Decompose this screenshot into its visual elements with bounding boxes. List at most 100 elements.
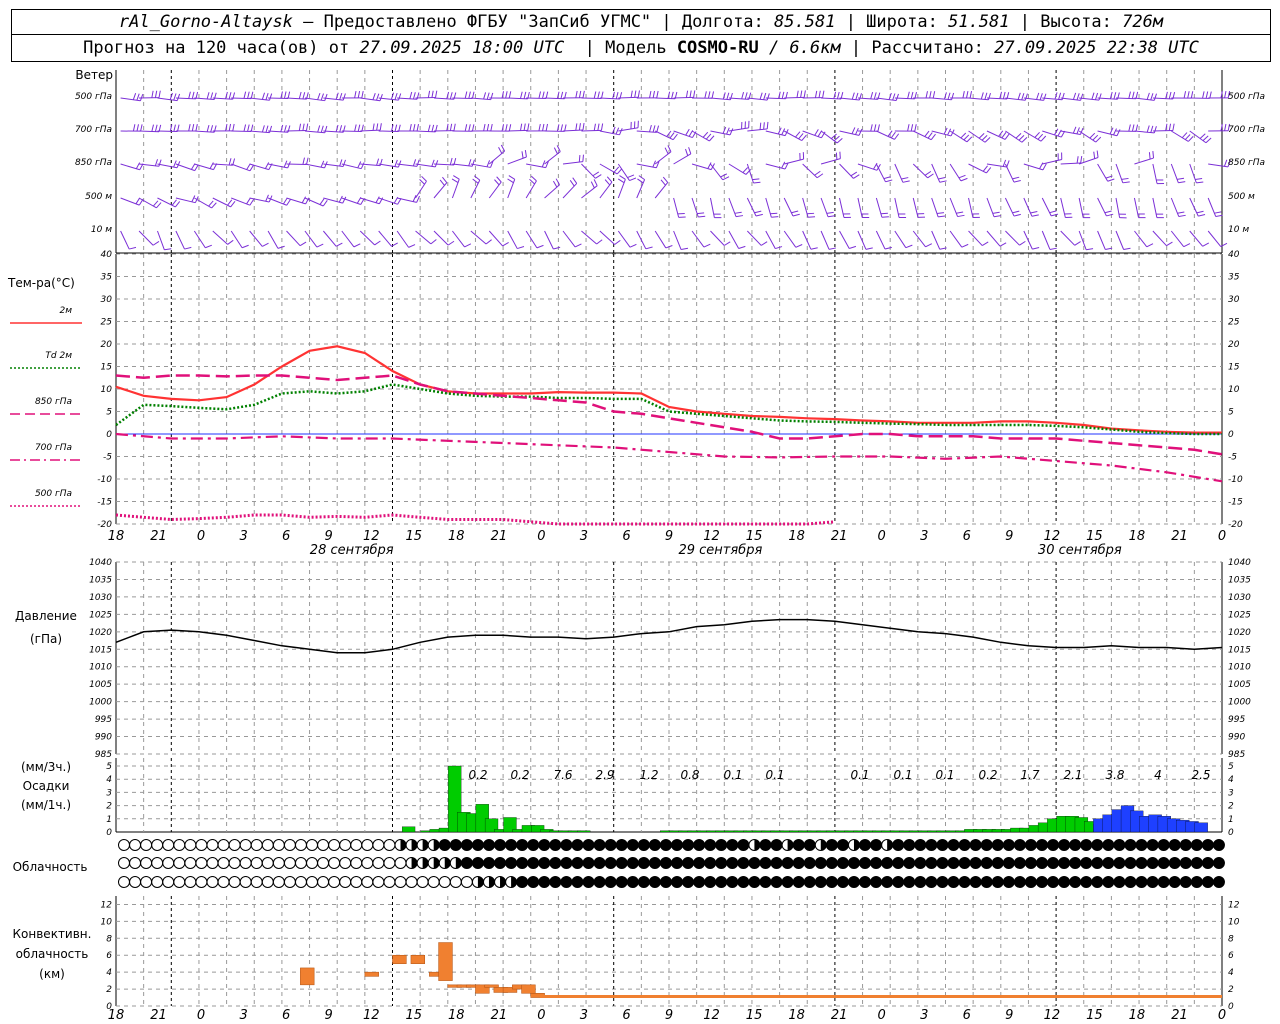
wind-barb-flag <box>1006 160 1010 168</box>
wind-barb-flag <box>184 246 192 250</box>
x-tick-label: 12 <box>1044 529 1061 544</box>
cloud-symbol <box>1179 857 1192 869</box>
wind-barb-flag <box>1049 247 1057 250</box>
wind-barb <box>820 230 830 250</box>
cloud-symbol-half <box>887 839 893 851</box>
cloud-symbol <box>527 876 540 888</box>
wind-barb-flag <box>1199 133 1206 139</box>
cloud-symbol <box>195 876 208 888</box>
wind-barb-flag <box>1113 128 1117 136</box>
wind-barb-flag <box>283 91 287 99</box>
wind-barb-flag <box>962 91 965 99</box>
x-tick-label: 9 <box>665 529 673 544</box>
y-tick-left: 2 <box>106 985 112 995</box>
wind-barb <box>968 197 974 218</box>
wind-barb-flag <box>262 242 269 247</box>
cloud-symbol <box>914 857 927 869</box>
wind-barb-flag <box>449 92 453 100</box>
wind-barb-flag <box>936 212 945 215</box>
cloud-symbol <box>1179 876 1192 888</box>
wind-barb-flag <box>907 91 910 99</box>
wind-barb <box>1170 163 1179 183</box>
x-tick-label: 3 <box>239 529 247 544</box>
x-tick-label-bottom: 6 <box>622 1008 630 1023</box>
wind-barb-flag <box>597 91 600 99</box>
cloud-symbol <box>206 839 219 851</box>
wind-barb-flag <box>376 158 380 166</box>
wind-barb-flag <box>376 123 379 131</box>
cloud-symbol <box>195 857 208 869</box>
cloud-symbol <box>836 857 849 869</box>
wind-barb-flag <box>707 162 712 169</box>
wind-barb <box>1134 230 1148 248</box>
wind-barb-flag <box>1080 93 1084 101</box>
wind-barb-flag <box>1223 159 1228 167</box>
wind-barb-flag <box>569 180 575 187</box>
cloud-symbol <box>737 839 750 851</box>
conv-title-2: облачность <box>16 947 89 961</box>
wind-barb-flag <box>905 244 913 249</box>
cloud-symbol <box>1058 876 1071 888</box>
wind-barb-flag <box>210 92 214 100</box>
wind-barb <box>839 197 845 218</box>
wind-barb-flag <box>978 132 985 139</box>
cloud-symbol-half <box>444 857 451 869</box>
cloud-symbol <box>140 857 153 869</box>
x-tick-label: 15 <box>405 529 422 544</box>
wind-barb-flag <box>301 196 306 204</box>
cloud-symbol <box>140 839 153 851</box>
wind-barb-flag <box>1121 177 1129 180</box>
cloud-symbol <box>1069 839 1082 851</box>
wind-barb-flag <box>228 123 232 131</box>
wind-barb-flag <box>158 159 162 167</box>
wind-barb <box>267 230 279 249</box>
wind-barb-flag <box>958 174 966 179</box>
y-tick-left: 1020 <box>89 628 112 638</box>
wind-barb-flag <box>560 91 564 99</box>
x-tick-label-bottom: 3 <box>239 1008 247 1023</box>
legend-label: 2м <box>59 306 72 316</box>
wind-barb-flag <box>681 247 689 251</box>
cloud-symbol-half <box>422 857 429 869</box>
x-tick-label: 15 <box>746 529 763 544</box>
cloud-symbol <box>604 857 617 869</box>
wind-barb-flag <box>342 159 346 167</box>
cloud-symbol <box>527 839 540 851</box>
wind-barb <box>949 163 962 182</box>
wind-barb-flag <box>140 124 143 132</box>
wind-barb <box>784 158 804 165</box>
wind-barb-flag <box>542 123 545 131</box>
y-tick-right: 6 <box>1228 951 1234 961</box>
cloud-symbol <box>1113 839 1126 851</box>
wind-barb-flag <box>431 124 435 132</box>
cloud-symbol <box>195 839 208 851</box>
x-tick-label: 9 <box>325 529 333 544</box>
cloud-symbol <box>460 857 473 869</box>
wind-barb <box>1078 157 1099 165</box>
conv-bar <box>521 984 536 994</box>
wind-barb-flag <box>1017 92 1021 100</box>
wind-barb-flag <box>1168 91 1172 99</box>
wind-barb-flag <box>306 157 309 165</box>
cloud-symbol <box>549 857 562 869</box>
conv-bar <box>438 942 453 981</box>
cloud-symbol <box>372 839 385 851</box>
cloud-symbol <box>151 857 164 869</box>
wind-barb-flag <box>486 123 490 132</box>
cloud-symbol <box>1102 876 1115 888</box>
cloud-symbol <box>527 857 540 869</box>
cloud-symbol <box>383 839 396 851</box>
wind-barb-flag <box>910 91 914 99</box>
cloud-symbol <box>991 839 1004 851</box>
wind-barb-flag <box>637 90 640 98</box>
wind-barb <box>857 197 863 218</box>
wind-barb <box>120 230 130 250</box>
cloud-symbol <box>250 876 263 888</box>
cloud-symbol <box>1002 839 1015 851</box>
wind-barb-flag <box>1198 213 1206 217</box>
wind-barb <box>1004 197 1015 217</box>
wind-barb <box>986 230 1001 247</box>
cloud-symbol <box>1091 839 1104 851</box>
wind-barb-flag <box>1178 181 1186 184</box>
wind-barb <box>839 230 850 249</box>
